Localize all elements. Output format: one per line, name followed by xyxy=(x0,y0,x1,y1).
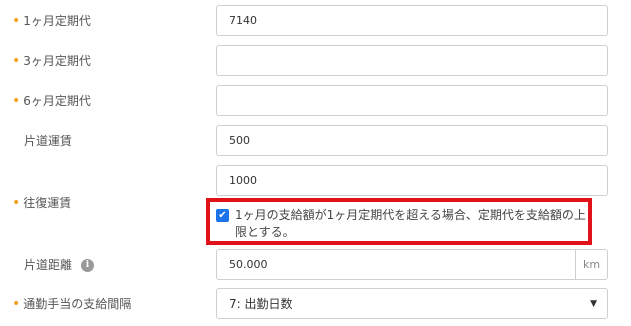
cap-checkbox-row[interactable]: ✔ 1ヶ月の支給額が1ヶ月定期代を超える場合、定期代を支給額の上限とする。 xyxy=(216,207,586,241)
required-marker: • xyxy=(12,13,21,29)
required-marker: • xyxy=(12,53,21,69)
cap-checkbox[interactable]: ✔ xyxy=(216,209,229,222)
cap-checkbox-label: 1ヶ月の支給額が1ヶ月定期代を超える場合、定期代を支給額の上限とする。 xyxy=(235,208,586,239)
info-icon[interactable]: i xyxy=(81,258,95,272)
distance-unit: km xyxy=(575,250,607,279)
payment-interval-value: 7: 出勤日数 xyxy=(229,297,293,311)
monthly-pass-3-input[interactable] xyxy=(216,45,608,76)
label-round-trip-fare: • 往復運賃 xyxy=(12,195,72,211)
label-payment-interval: • 通勤手当の支給間隔 xyxy=(12,296,132,312)
caret-down-icon: ▼ xyxy=(590,298,597,309)
label-monthly-pass-6: • 6ヶ月定期代 xyxy=(12,93,91,109)
monthly-pass-6-input[interactable] xyxy=(216,85,608,116)
one-way-distance-input[interactable] xyxy=(217,250,575,279)
required-marker: • xyxy=(12,93,21,109)
payment-interval-select[interactable]: 7: 出勤日数 ▼ xyxy=(216,288,608,319)
one-way-fare-input[interactable] xyxy=(216,125,608,156)
label-one-way-distance: 片道距離 i xyxy=(12,257,95,273)
label-monthly-pass-1: • 1ヶ月定期代 xyxy=(12,13,91,29)
round-trip-fare-input[interactable] xyxy=(216,165,608,196)
label-one-way-fare: 片道運賃 xyxy=(24,134,73,148)
label-monthly-pass-3: • 3ヶ月定期代 xyxy=(12,53,91,69)
required-marker: • xyxy=(12,296,21,312)
required-marker: • xyxy=(12,195,21,211)
one-way-distance-group: km xyxy=(216,249,608,280)
monthly-pass-1-input[interactable] xyxy=(216,5,608,36)
